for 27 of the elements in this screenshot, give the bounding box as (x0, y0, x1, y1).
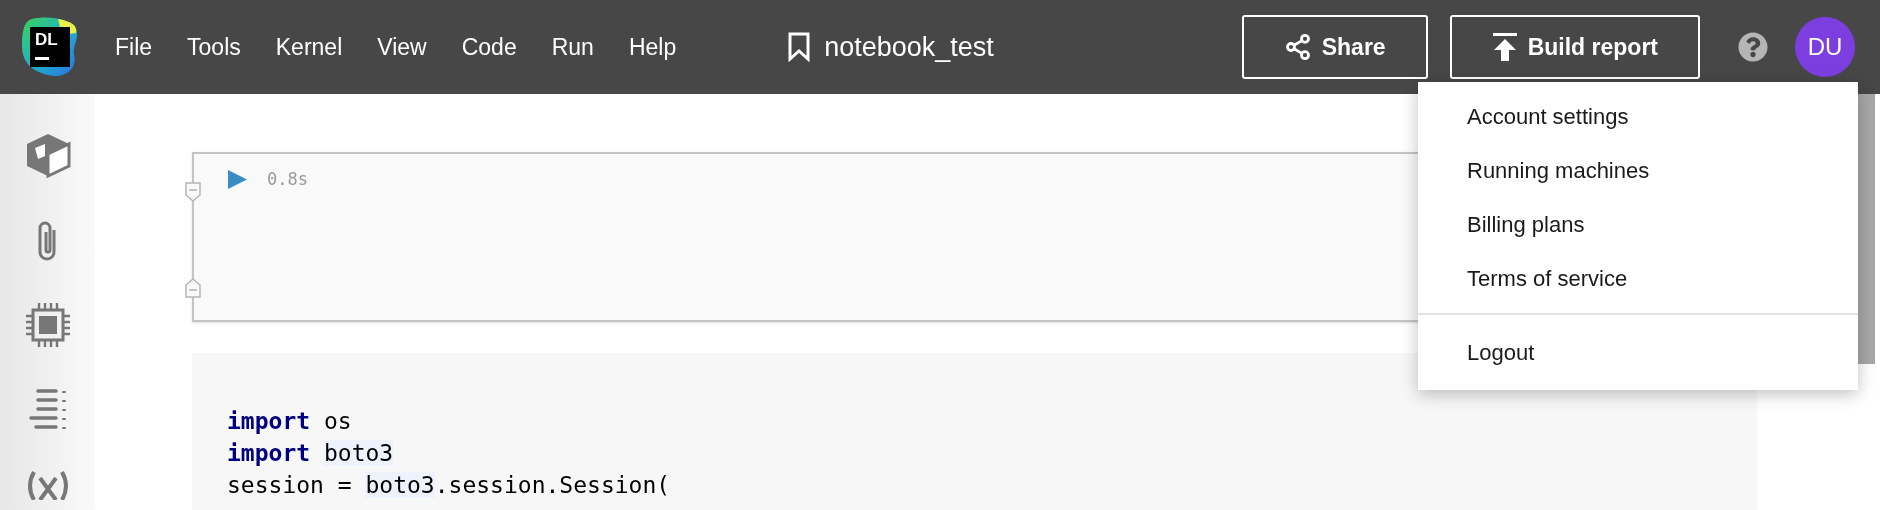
share-icon (1283, 33, 1312, 61)
menu-item[interactable]: Help (628, 29, 677, 65)
menu-item[interactable]: Code (461, 29, 517, 65)
user-avatar[interactable]: DU (1795, 17, 1855, 77)
fold-marker-icon[interactable] (185, 278, 201, 298)
menu-item[interactable]: Tools (187, 29, 241, 65)
share-button[interactable]: Share (1241, 15, 1428, 79)
menu-item[interactable]: View (377, 29, 427, 65)
outline-icon[interactable] (27, 388, 68, 430)
build-report-button[interactable]: Build report (1449, 15, 1700, 79)
bookmark-icon (788, 32, 811, 62)
menu-item[interactable]: Account settings (1418, 89, 1858, 143)
fold-marker-icon[interactable] (185, 182, 201, 202)
menu-item[interactable]: File (115, 29, 153, 65)
help-icon[interactable] (1738, 32, 1768, 62)
run-icon[interactable] (228, 170, 247, 190)
code-line: import boto3 (227, 439, 394, 468)
scrollbar[interactable] (1858, 94, 1875, 364)
code-line: import os (227, 407, 352, 436)
chip-icon[interactable] (24, 302, 71, 348)
cube-icon[interactable] (24, 132, 71, 178)
menu-item[interactable]: Run (551, 29, 594, 65)
notebook-title[interactable]: notebook_test (824, 26, 994, 68)
code-line: session = boto3.session.Session( (227, 471, 671, 500)
execution-time: 0.8s (267, 168, 308, 191)
upload-icon (1491, 32, 1518, 62)
menu-item[interactable]: Kernel (275, 29, 343, 65)
